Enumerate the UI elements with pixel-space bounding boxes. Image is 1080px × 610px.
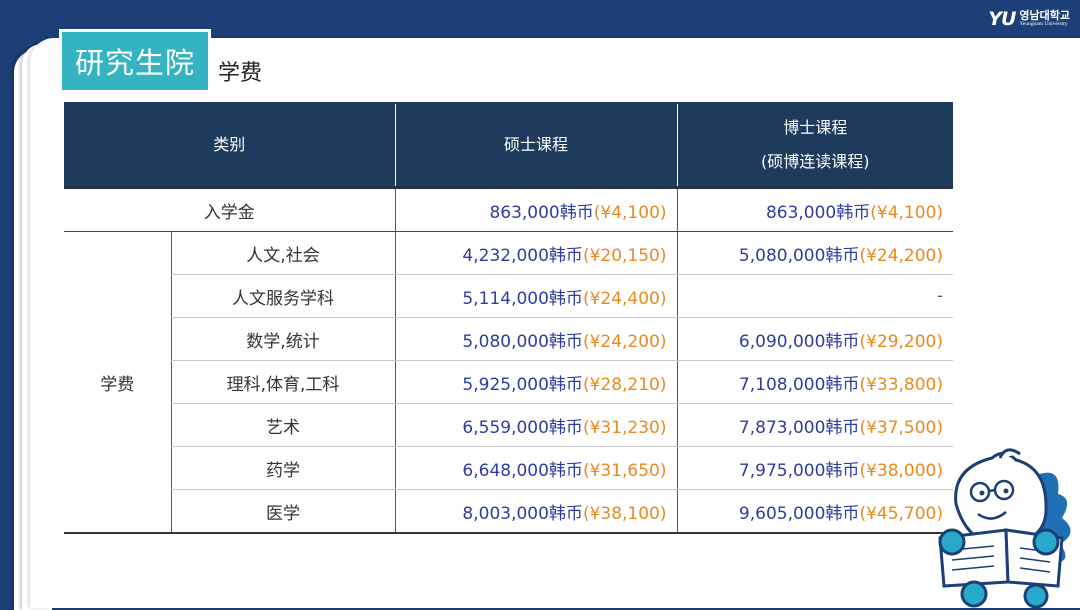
header-doctor: 博士课程 (硕博连读课程) [676, 103, 954, 188]
doctor-fee: 7,108,000韩币(¥33,800) [676, 360, 954, 404]
page-title: 研究生院 [62, 32, 208, 90]
reading-horse-mascot-icon [938, 448, 1071, 608]
entry-fee-label: 入学金 [64, 187, 396, 232]
table-row: 药学 6,648,000韩币(¥31,650) 7,975,000韩币(¥38,00… [64, 446, 954, 490]
doctor-fee: 5,080,000韩币(¥24,200) [676, 231, 954, 275]
tuition-table: 类别 硕士课程 博士课程 (硕博连读课程) 入学金 863,000韩币(¥4,1… [64, 102, 954, 534]
doctor-fee: 7,873,000韩币(¥37,500) [676, 403, 954, 447]
master-fee: 6,648,000韩币(¥31,650) [394, 446, 678, 490]
doctor-fee: 6,090,000韩币(¥29,200) [676, 317, 954, 361]
doctor-fee: 7,975,000韩币(¥38,000) [676, 446, 954, 490]
field-label: 医学 [170, 489, 396, 534]
field-label: 人文服务学科 [170, 274, 396, 318]
logo-mark: YU [988, 8, 1016, 30]
doctor-fee: 9,605,000韩币(¥45,700) [676, 489, 954, 534]
logo-subtitle: Yeungnam University [1019, 21, 1068, 28]
master-fee: 8,003,000韩币(¥38,100) [394, 489, 678, 534]
table-row: 理科,体育,工科 5,925,000韩币(¥28,210) 7,108,000韩币(… [64, 360, 954, 404]
logo-name: 영남대학교 [1019, 9, 1070, 23]
table-row: 学费 人文,社会 4,232,000韩币(¥20,150) 5,080,000韩币(¥… [64, 231, 954, 534]
table-header-row: 类别 硕士课程 博士课程 (硕博连读课程) [64, 103, 954, 188]
entry-fee-doctor: 863,000韩币(¥4,100) [676, 187, 954, 232]
header-doctor-line1: 博士课程 [783, 118, 848, 137]
master-fee: 5,080,000韩币(¥24,200) [394, 317, 678, 361]
table-row: 艺术 6,559,000韩币(¥31,230) 7,873,000韩币(¥37,50… [64, 403, 954, 447]
table-row: 医学 8,003,000韩币(¥38,100) 9,605,000韩币(¥45,70… [64, 489, 954, 534]
tuition-label: 学费 [64, 231, 171, 534]
doctor-fee: - [676, 274, 954, 318]
field-label: 人文,社会 [170, 231, 396, 275]
entry-fee-row: 入学金 863,000韩币(¥4,100) 863,000韩币(¥4,100) [64, 187, 954, 232]
header-category: 类别 [64, 103, 396, 188]
master-fee: 4,232,000韩币(¥20,150) [394, 231, 678, 275]
master-fee: 6,559,000韩币(¥31,230) [394, 403, 678, 447]
university-logo: YU 영남대학교 Yeungnam University [988, 8, 1070, 30]
header-master: 硕士课程 [394, 103, 678, 188]
master-fee: 5,925,000韩币(¥28,210) [394, 360, 678, 404]
page-subtitle: 学费 [218, 61, 263, 86]
field-label: 艺术 [170, 403, 396, 447]
table-row: 人文服务学科 5,114,000韩币(¥24,400) - [64, 274, 954, 318]
table-row: 数学,统计 5,080,000韩币(¥24,200) 6,090,000韩币(¥29… [64, 317, 954, 361]
field-label: 药学 [170, 446, 396, 490]
field-label: 理科,体育,工科 [170, 360, 396, 404]
master-fee: 5,114,000韩币(¥24,400) [394, 274, 678, 318]
entry-fee-master: 863,000韩币(¥4,100) [394, 187, 678, 232]
header-doctor-line2: (硕博连读课程) [761, 152, 870, 171]
field-label: 数学,统计 [170, 317, 396, 361]
